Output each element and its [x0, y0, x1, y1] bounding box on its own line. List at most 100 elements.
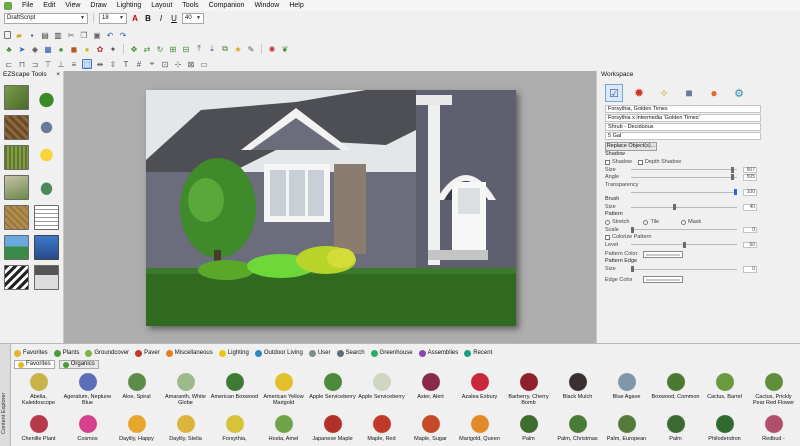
- plant-item[interactable]: Apple Serviceberry: [357, 371, 406, 411]
- design-canvas[interactable]: [64, 71, 596, 343]
- sub-tab-organics[interactable]: Organics: [58, 360, 99, 369]
- plant-icon[interactable]: ♣: [4, 44, 14, 54]
- select-icon[interactable]: ➤: [17, 44, 27, 54]
- chart-icon[interactable]: ▦: [43, 44, 53, 54]
- shadow-size-value[interactable]: 507: [743, 166, 757, 173]
- slider-thumb[interactable]: [631, 226, 634, 233]
- arrange-icon[interactable]: ✥: [129, 44, 139, 54]
- tool-plants[interactable]: [33, 83, 60, 111]
- menu-view[interactable]: View: [65, 2, 80, 9]
- explorer-side-tab[interactable]: Content Explorer: [0, 344, 11, 446]
- plant-item[interactable]: American Yellow Marigold: [259, 371, 308, 411]
- category-tab-miscellaneous[interactable]: Miscellaneous: [165, 349, 213, 357]
- replace-objects-button[interactable]: Replace Object(s)...: [605, 142, 657, 151]
- close-icon[interactable]: ×: [56, 71, 60, 81]
- snap-icon[interactable]: ⌖: [147, 59, 157, 69]
- duplicate-icon[interactable]: ⧉: [220, 44, 230, 54]
- category-tab-outdoor-living[interactable]: Outdoor Living: [254, 349, 303, 357]
- edge-size-slider[interactable]: [631, 266, 737, 273]
- rotate-icon[interactable]: ↻: [155, 44, 165, 54]
- flower-icon[interactable]: ✿: [95, 44, 105, 54]
- lighting-tab[interactable]: ✧: [655, 84, 673, 102]
- transparency-value[interactable]: 100: [743, 189, 757, 196]
- align-left-icon[interactable]: ⊏: [4, 59, 14, 69]
- plant-item[interactable]: Black Mulch: [553, 371, 602, 411]
- layer-up-icon[interactable]: ⤒: [194, 44, 204, 54]
- align-center-icon[interactable]: ⊓: [17, 59, 27, 69]
- tool-photo[interactable]: [3, 83, 30, 111]
- category-tab-greenhouse[interactable]: Greenhouse: [370, 349, 413, 357]
- category-tab-plants[interactable]: Plants: [53, 349, 79, 357]
- plant-item[interactable]: Aloe, Spiral: [112, 371, 161, 411]
- menu-layout[interactable]: Layout: [151, 2, 172, 9]
- align-right-icon[interactable]: ⊐: [30, 59, 40, 69]
- plant-item[interactable]: Ageratum, Neptune Blue: [63, 371, 112, 411]
- tool-save[interactable]: [33, 263, 60, 291]
- flip-icon[interactable]: ⇄: [142, 44, 152, 54]
- menu-lighting[interactable]: Lighting: [117, 2, 142, 9]
- category-tab-favorites[interactable]: Favorites: [14, 349, 48, 357]
- align-middle-icon[interactable]: ⊥: [56, 59, 66, 69]
- menu-edit[interactable]: Edit: [43, 2, 55, 9]
- color-tab[interactable]: ●: [705, 84, 723, 102]
- slider-thumb[interactable]: [731, 174, 734, 181]
- slider-thumb[interactable]: [683, 241, 686, 248]
- container-size-field[interactable]: 5 Gal: [605, 132, 761, 140]
- properties-tab[interactable]: ☑: [605, 84, 623, 102]
- pattern-color-picker[interactable]: [643, 250, 683, 258]
- menu-window[interactable]: Window: [254, 2, 279, 9]
- open-folder-icon[interactable]: ▰: [14, 30, 24, 40]
- view-icon[interactable]: ▭: [199, 59, 209, 69]
- depth-shadow-checkbox[interactable]: [637, 159, 643, 165]
- undo-icon[interactable]: ↶: [105, 30, 115, 40]
- ungroup-icon[interactable]: ⊟: [181, 44, 191, 54]
- level-value[interactable]: 50: [743, 241, 757, 248]
- layer-down-icon[interactable]: ⤓: [207, 44, 217, 54]
- tools-tab[interactable]: ⚙: [730, 84, 748, 102]
- plant-item[interactable]: Redbud -: [749, 413, 798, 446]
- plant-item[interactable]: Cactus, Prickly Pear Red Flower: [749, 371, 798, 411]
- redo-icon[interactable]: ↷: [118, 30, 128, 40]
- plant-item[interactable]: Cactus, Barrel: [700, 371, 749, 411]
- plant-item[interactable]: Boxwood, Common: [651, 371, 700, 411]
- category-tab-paver[interactable]: Paver: [135, 349, 160, 357]
- slider-thumb[interactable]: [631, 266, 634, 273]
- plant-item[interactable]: Palm: [651, 413, 700, 446]
- scale-slider[interactable]: [631, 226, 737, 233]
- tool-notes[interactable]: [33, 203, 60, 231]
- underline-icon[interactable]: U: [169, 13, 179, 23]
- print-preview-icon[interactable]: ▥: [53, 30, 63, 40]
- shape-icon[interactable]: ◆: [30, 44, 40, 54]
- plant-item[interactable]: Azalea Exbury: [455, 371, 504, 411]
- tool-lighting[interactable]: [33, 143, 60, 171]
- paint-icon[interactable]: ✺: [267, 44, 277, 54]
- plant-item[interactable]: Daylily, Stella: [161, 413, 210, 446]
- category-tab-assemblies[interactable]: Assemblies: [418, 349, 458, 357]
- tile-radio[interactable]: [643, 219, 649, 225]
- spacing-icon[interactable]: ⇹: [95, 59, 105, 69]
- 3d-tab[interactable]: ■: [680, 84, 698, 102]
- grid-icon[interactable]: #: [134, 59, 144, 69]
- sub-tab-favorites[interactable]: Favorites: [14, 360, 55, 369]
- measure-icon[interactable]: ⊹: [173, 59, 183, 69]
- tool-dig[interactable]: [33, 113, 60, 141]
- plant-item[interactable]: Palm, Christmas: [553, 413, 602, 446]
- plant-item[interactable]: Hosta, Amel: [259, 413, 308, 446]
- menu-help[interactable]: Help: [289, 2, 303, 9]
- tree-icon[interactable]: ♠: [56, 44, 66, 54]
- plant-item[interactable]: Palm, European: [602, 413, 651, 446]
- light-icon[interactable]: ●: [82, 44, 92, 54]
- plant-item[interactable]: Marigold, Queen: [455, 413, 504, 446]
- shadow-angle-slider[interactable]: [631, 174, 737, 181]
- font-color-icon[interactable]: A: [130, 13, 140, 23]
- shadow-size-slider[interactable]: [631, 166, 737, 173]
- shadow-checkbox[interactable]: [605, 159, 610, 165]
- fit-icon[interactable]: ⊠: [186, 59, 196, 69]
- copy-icon[interactable]: ❐: [79, 30, 89, 40]
- plant-item[interactable]: Abelia, Kaleidoscope: [14, 371, 63, 411]
- plant-item[interactable]: Aster, Alert: [406, 371, 455, 411]
- font-name-select[interactable]: DraftScript ▼: [4, 12, 88, 24]
- plant-item[interactable]: Barberry, Cherry Bomb: [504, 371, 553, 411]
- transparency-slider[interactable]: [631, 189, 737, 196]
- plant-item[interactable]: Chenille Plant: [14, 413, 63, 446]
